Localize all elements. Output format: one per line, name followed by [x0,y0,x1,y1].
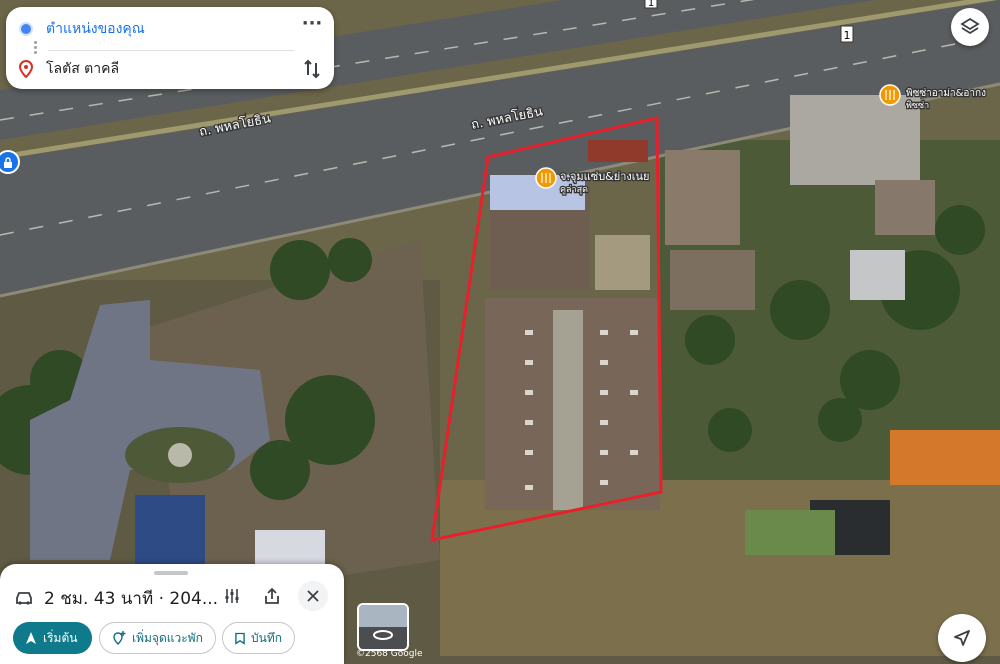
save-button[interactable]: บันทึก [222,622,295,654]
destination-label: โลตัส ตาคลี [46,61,120,77]
map-attribution: ©2568 Google [356,649,423,659]
route-shield-top: 1 [644,0,658,9]
drag-handle[interactable] [154,571,188,575]
route-shield-right: 1 [840,25,854,43]
trip-summary: 2 ชม. 43 นาที · 204... [44,588,219,609]
current-location-icon [19,22,33,36]
directions-bottom-sheet: 2 ชม. 43 นาที · 204... เริ่มต้น เพิ่มจุด… [0,564,344,664]
options-button[interactable] [217,581,247,611]
svg-text:1: 1 [844,29,851,42]
svg-text:1: 1 [648,0,654,9]
navigation-button[interactable] [938,614,986,662]
add-stop-label: เพิ่มจุดแวะพัก [132,630,203,645]
share-icon [265,587,279,604]
destination-row[interactable]: โลตัส ตาคลี [6,51,334,87]
add-stop-icon [113,631,126,645]
more-horizontal-icon[interactable]: ··· [300,15,324,37]
route-card: ตำแหน่งของคุณ โลตัส ตาคลี ··· [6,7,334,89]
poi-2-name: พิซซ่าอาม่า&อากง [906,88,986,99]
bookmark-icon [235,632,245,645]
swap-vertical-icon[interactable] [300,57,324,81]
start-button[interactable]: เริ่มต้น [13,622,92,654]
destination-pin-icon [19,60,33,78]
save-label: บันทึก [251,630,282,645]
close-button[interactable] [298,581,328,611]
poi-2-category: พิซซ่า [906,100,929,111]
car-icon [16,592,32,605]
origin-row[interactable]: ตำแหน่งของคุณ [6,11,334,47]
add-stop-button[interactable]: เพิ่มจุดแวะพัก [99,622,216,654]
close-icon [307,590,319,602]
poi-1-name: จ.จุมแซ่บ&ย่างเนย [560,170,649,183]
street-view-thumbnail[interactable] [357,603,409,651]
layers-icon [960,17,980,35]
satellite-map[interactable]: ถ. พหลโยธิน ถ. พหลโยธิน 1 1 จ.จุมแซ่บ&ย่… [0,0,1000,656]
navigation-arrow-icon [954,630,970,646]
origin-label: ตำแหน่งของคุณ [46,21,145,37]
options-sliders-icon [225,589,239,603]
navigation-arrow-icon [26,632,36,644]
share-button[interactable] [257,581,287,611]
poi-1-category: คูล่าสุด [560,185,588,195]
layers-button[interactable] [951,8,989,46]
start-label: เริ่มต้น [43,630,78,645]
trip-summary-row[interactable]: 2 ชม. 43 นาที · 204... [14,584,218,612]
